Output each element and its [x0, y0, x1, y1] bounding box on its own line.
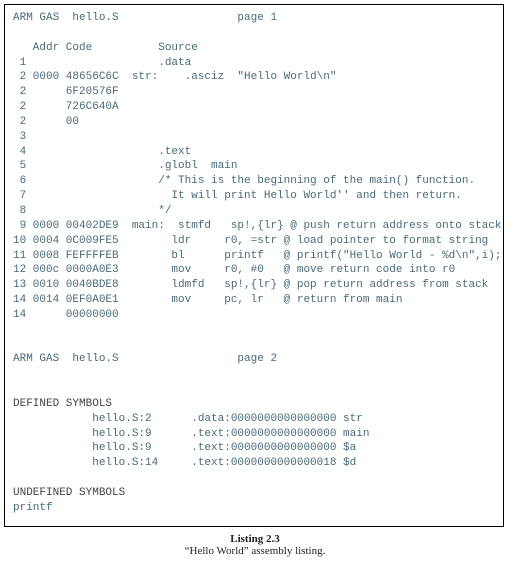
line-13: 13 0010 0040BDE8 ldmfd sp!,{lr} @ pop re…	[13, 279, 488, 291]
line-5: 5 .globl main	[13, 160, 237, 172]
listing-frame: ARM GAS hello.S page 1 Addr Code Source …	[4, 4, 504, 527]
line-7: 7 It will print Hello World'' and then r…	[13, 190, 462, 202]
line-9: 9 0000 00402DE9 main: stmfd sp!,{lr} @ p…	[13, 220, 501, 232]
line-12: 12 000c 0000A0E3 mov r0, #0 @ move retur…	[13, 264, 455, 276]
line-2b: 2 6F20576F	[13, 86, 119, 98]
line-8: 8 */	[13, 205, 171, 217]
undefined-symbols-header: UNDEFINED SYMBOLS	[13, 487, 125, 499]
line-6: 6 /* This is the beginning of the main()…	[13, 175, 475, 187]
column-header: Addr Code Source	[13, 42, 198, 54]
line-2: 2 0000 48656C6C str: .asciz "Hello World…	[13, 71, 336, 83]
defsym-4: hello.S:14 .text:0000000000000018 $d	[13, 457, 356, 469]
line-1: 1 .data	[13, 57, 191, 69]
line-14b: 14 00000000	[13, 309, 119, 321]
line-4: 4 .text	[13, 146, 191, 158]
listing-caption: Listing 2.3 “Hello World” assembly listi…	[4, 533, 506, 557]
line-10: 10 0004 0C009FE5 ldr r0, =str @ load poi…	[13, 235, 488, 247]
line-14: 14 0014 0EF0A0E1 mov pc, lr @ return fro…	[13, 294, 402, 306]
line-2d: 2 00	[13, 116, 79, 128]
defsym-2: hello.S:9 .text:0000000000000000 main	[13, 428, 369, 440]
line-2c: 2 726C640A	[13, 101, 119, 113]
undefsym-1: printf	[13, 502, 53, 514]
listing-body: ARM GAS hello.S page 1 Addr Code Source …	[13, 11, 495, 516]
defsym-3: hello.S:9 .text:0000000000000000 $a	[13, 442, 356, 454]
page2-header: ARM GAS hello.S page 2	[13, 353, 277, 365]
defsym-1: hello.S:2 .data:0000000000000000 str	[13, 413, 363, 425]
caption-subtitle: “Hello World” assembly listing.	[4, 545, 506, 557]
defined-symbols-header: DEFINED SYMBOLS	[13, 398, 112, 410]
line-3: 3	[13, 131, 26, 143]
caption-title: Listing 2.3	[4, 533, 506, 545]
page1-header: ARM GAS hello.S page 1	[13, 12, 277, 24]
line-11: 11 0008 FEFFFFEB bl printf @ printf("Hel…	[13, 250, 501, 262]
